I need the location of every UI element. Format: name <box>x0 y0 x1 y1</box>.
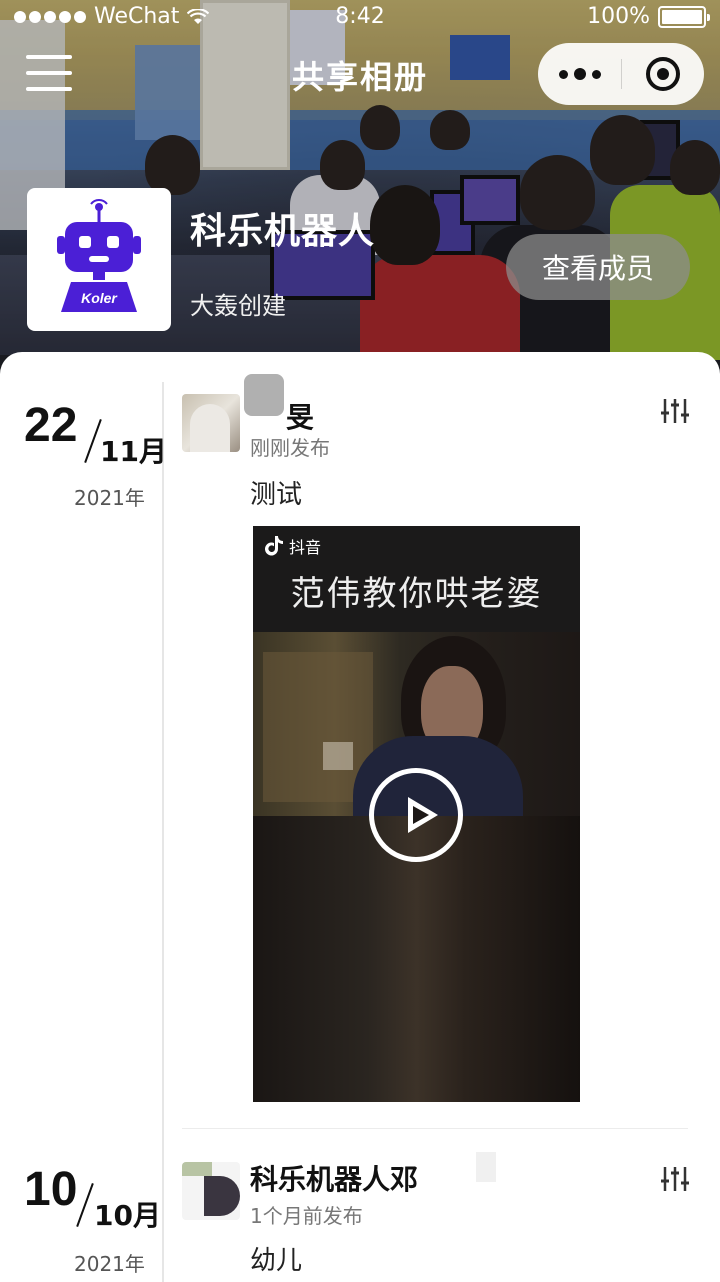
album-feed[interactable]: 22 11月 2021年 旻 刚刚发布 测试 抖音 范伟教你哄老婆 10 10月… <box>0 352 720 1282</box>
author-avatar[interactable] <box>182 1162 240 1220</box>
timeline-line <box>162 382 164 1282</box>
author-avatar[interactable] <box>182 394 240 452</box>
robot-logo-icon: Koler <box>57 199 141 312</box>
target-icon <box>646 57 680 91</box>
status-bar: WeChat 8:42 100% <box>0 0 720 36</box>
post-author-name: 科乐机器人邓 <box>250 1163 419 1196</box>
mini-program-capsule <box>538 43 704 105</box>
logo-text: Koler <box>81 290 118 306</box>
tiktok-watermark: 抖音 <box>265 534 321 558</box>
close-mini-program-button[interactable] <box>622 43 704 105</box>
post-date-month: 10月 <box>94 1199 161 1232</box>
post-time: 刚刚发布 <box>250 436 330 460</box>
album-creator: 大轰创建 <box>190 292 286 320</box>
post-date-month: 11月 <box>100 435 167 468</box>
post-settings-icon[interactable] <box>660 1164 690 1194</box>
battery-percent: 100% <box>587 4 650 29</box>
play-icon[interactable] <box>369 768 463 862</box>
post-date-year: 2021年 <box>74 486 145 510</box>
video-headline: 范伟教你哄老婆 <box>290 574 543 614</box>
more-options-button[interactable] <box>538 43 621 105</box>
post-settings-icon[interactable] <box>660 396 690 426</box>
tiktok-icon <box>265 536 283 556</box>
post-date-year: 2021年 <box>74 1252 145 1276</box>
album-name: 科乐机器人 <box>190 211 376 252</box>
album-logo[interactable]: Koler <box>27 188 171 331</box>
battery-icon <box>658 5 710 28</box>
post-author-name: 旻 <box>286 401 315 434</box>
post-date-day: 10 <box>24 1163 78 1216</box>
post-text: 幼儿 <box>250 1246 303 1276</box>
post-text: 测试 <box>250 480 303 510</box>
view-members-button[interactable]: 查看成员 <box>506 234 690 300</box>
video-thumbnail[interactable]: 抖音 范伟教你哄老婆 <box>253 526 580 1102</box>
post-time: 1个月前发布 <box>250 1204 363 1228</box>
tiktok-label: 抖音 <box>289 538 322 557</box>
post-date-day: 22 <box>24 399 78 452</box>
